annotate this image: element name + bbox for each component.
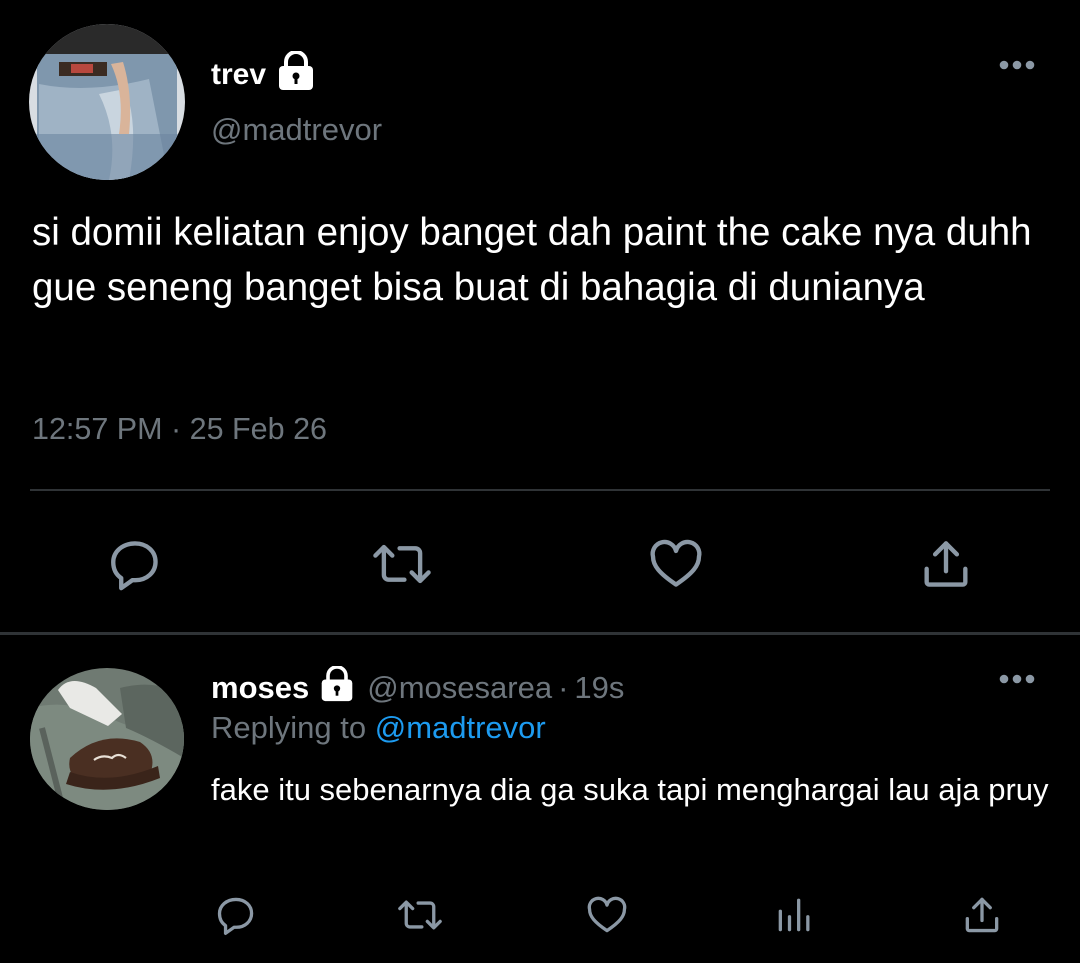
replying-to: Replying to @madtrevor [211,710,546,746]
separator-dot: · [558,670,569,705]
share-icon[interactable] [960,893,1004,942]
more-options-icon[interactable] [998,672,1036,691]
lock-icon [276,50,316,99]
avatar[interactable] [30,668,184,810]
replying-to-prefix: Replying to [211,710,367,745]
avatar[interactable] [29,24,185,180]
tweet-text: si domii keliatan enjoy banget dah paint… [32,211,1032,309]
avatar-image [30,668,184,810]
retweet-icon[interactable] [395,893,445,942]
reply-author-name[interactable]: moses [211,670,309,706]
divider [0,632,1080,635]
tweet-timestamp[interactable]: 12:57 PM · 25 Feb 26 [32,412,327,447]
reply-author-handle[interactable]: @mosesarea [367,670,552,706]
avatar-image [29,24,185,180]
like-icon[interactable] [585,893,629,942]
lock-icon [319,665,355,710]
more-options-icon[interactable] [998,58,1036,77]
author-name[interactable]: trev [211,50,316,99]
reply-icon[interactable] [214,893,258,942]
divider [30,489,1050,491]
like-icon[interactable] [647,535,705,598]
author-display-name[interactable]: trev [211,58,266,92]
share-icon[interactable] [917,535,975,598]
retweet-icon[interactable] [369,535,435,598]
replying-to-link[interactable]: @madtrevor [375,710,546,745]
reply-text: fake itu sebenarnya dia ga suka tapi men… [211,772,1049,807]
reply-icon[interactable] [106,535,164,598]
author-handle[interactable]: @madtrevor [211,112,382,148]
reply-time[interactable]: 19s [574,670,624,706]
reply-header: moses @mosesarea · 19s [211,665,624,710]
analytics-icon[interactable] [773,893,817,942]
